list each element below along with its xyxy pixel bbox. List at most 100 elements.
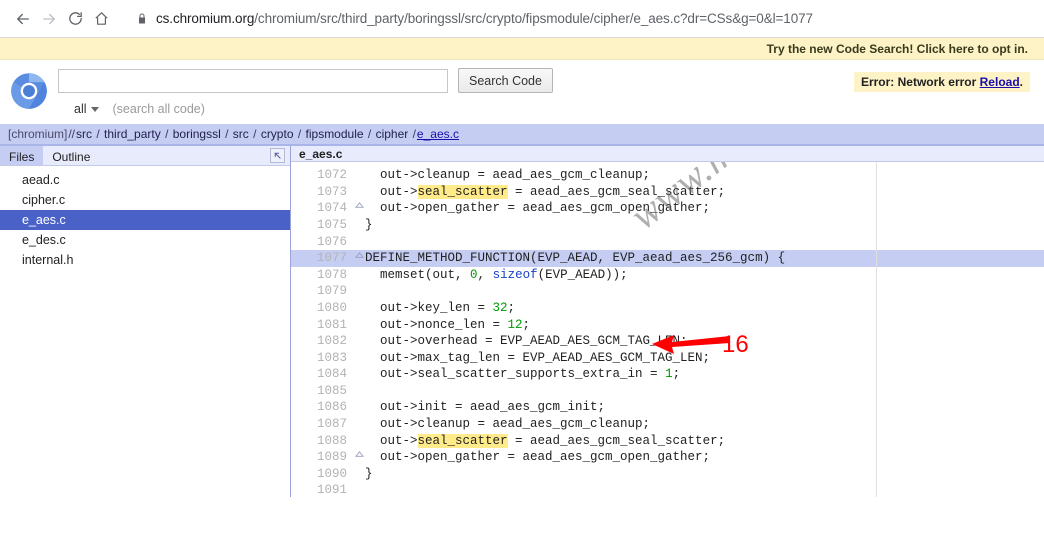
breadcrumb-segment[interactable]: src <box>76 127 92 141</box>
line-number[interactable]: 1082 <box>291 333 353 350</box>
breadcrumb-segment[interactable]: crypto <box>261 127 294 141</box>
breadcrumb-segment[interactable]: src <box>233 127 249 141</box>
collapse-panel-icon[interactable] <box>270 148 285 163</box>
scope-dropdown[interactable]: all <box>74 102 99 116</box>
code-line-text: DEFINE_METHOD_FUNCTION(EVP_AEAD, EVP_aea… <box>365 251 786 266</box>
line-number[interactable]: 1083 <box>291 350 353 367</box>
sidebar: Files Outline aead.c cipher.c e_aes.c e_des… <box>0 146 291 497</box>
file-list-item[interactable]: internal.h <box>0 250 290 270</box>
reload-button[interactable] <box>62 6 88 32</box>
line-number[interactable]: 1075 <box>291 217 353 234</box>
code-line: 1077 DEFINE_METHOD_FUNCTION(EVP_AEAD, EVP… <box>291 250 1044 267</box>
code-line: 1090} <box>291 466 1044 483</box>
line-number[interactable]: 1080 <box>291 300 353 317</box>
code-line-text: out->cleanup = aead_aes_gcm_cleanup; <box>365 417 651 432</box>
line-number[interactable]: 1081 <box>291 317 353 334</box>
line-number[interactable]: 1085 <box>291 383 353 400</box>
scope-dropdown-label: all <box>74 102 87 116</box>
tab-outline[interactable]: Outline <box>43 146 99 165</box>
url-display: cs.chromium.org/chromium/src/third_party… <box>156 11 813 26</box>
search-code-button[interactable]: Search Code <box>458 68 553 93</box>
breadcrumb-segment[interactable]: cipher <box>376 127 409 141</box>
error-suffix: . <box>1019 75 1023 89</box>
line-number[interactable]: 1077 <box>291 250 353 267</box>
home-button[interactable] <box>88 6 114 32</box>
breadcrumb-root: // <box>68 127 76 141</box>
forward-button[interactable] <box>36 6 62 32</box>
line-number[interactable]: 1086 <box>291 399 353 416</box>
network-error-notice: Error: Network error Reload. <box>853 72 1030 92</box>
code-line: 1082 out->overhead = EVP_AEAD_AES_GCM_TA… <box>291 333 1044 350</box>
code-line: 1091 <box>291 482 1044 497</box>
lock-icon <box>139 13 145 24</box>
code-line: 1083 out->max_tag_len = EVP_AEAD_AES_GCM… <box>291 350 1044 367</box>
search-header: Search Code all (search all code) Error:… <box>0 60 1044 124</box>
search-input[interactable] <box>58 68 448 93</box>
line-number[interactable]: 1084 <box>291 366 353 383</box>
back-arrow-icon <box>17 13 29 24</box>
code-line-text: out->cleanup = aead_aes_gcm_cleanup; <box>365 168 651 183</box>
annotation-number: 16 <box>722 331 749 358</box>
fold-toggle-icon[interactable] <box>353 200 365 217</box>
file-list-item[interactable]: e_aes.c <box>0 210 290 230</box>
address-bar[interactable]: cs.chromium.org/chromium/src/third_party… <box>126 5 1034 32</box>
code-line: 1074 out->open_gather = aead_aes_gcm_ope… <box>291 200 1044 217</box>
page-root: cs.chromium.org/chromium/src/third_party… <box>0 0 1044 540</box>
code-line-text: out->seal_scatter = aead_aes_gcm_seal_sc… <box>365 184 726 199</box>
home-icon <box>94 12 108 25</box>
browser-toolbar: cs.chromium.org/chromium/src/third_party… <box>0 0 1044 38</box>
line-number[interactable]: 1090 <box>291 466 353 483</box>
breadcrumb-segment[interactable]: boringssl <box>173 127 221 141</box>
code-line-text: memset(out, 0, sizeof(EVP_AEAD)); <box>365 267 628 282</box>
file-list-item[interactable]: cipher.c <box>0 190 290 210</box>
chromium-logo-icon <box>11 73 47 109</box>
back-button[interactable] <box>10 6 36 32</box>
line-number[interactable]: 1087 <box>291 416 353 433</box>
file-list-item[interactable]: e_des.c <box>0 230 290 250</box>
code-line: 1088 out->seal_scatter = aead_aes_gcm_se… <box>291 433 1044 450</box>
breadcrumb-separator: / <box>294 127 305 141</box>
code-line-text: } <box>365 466 373 481</box>
search-row: Search Code <box>58 68 553 93</box>
fold-toggle-icon[interactable] <box>353 250 365 267</box>
code-line-text: out->seal_scatter = aead_aes_gcm_seal_sc… <box>365 433 726 448</box>
line-number[interactable]: 1079 <box>291 283 353 300</box>
reload-link[interactable]: Reload <box>980 75 1020 89</box>
breadcrumb-separator: / <box>409 127 416 141</box>
code-line-text: out->open_gather = aead_aes_gcm_open_gat… <box>365 450 711 465</box>
line-number[interactable]: 1074 <box>291 200 353 217</box>
fold-toggle-icon[interactable] <box>353 449 365 466</box>
search-scope-row: all (search all code) <box>58 102 553 116</box>
code-line-text: out->overhead = EVP_AEAD_AES_GCM_TAG_LEN… <box>365 334 688 349</box>
breadcrumb-segment[interactable]: fipsmodule <box>306 127 364 141</box>
code-line: 1080 out->key_len = 32; <box>291 300 1044 317</box>
breadcrumb-segments: src / third_party / boringssl / src / cr… <box>76 127 417 141</box>
line-number[interactable]: 1088 <box>291 433 353 450</box>
line-number[interactable]: 1076 <box>291 234 353 251</box>
breadcrumb-file[interactable]: e_aes.c <box>417 127 459 141</box>
line-number[interactable]: 1072 <box>291 167 353 184</box>
optin-banner[interactable]: Try the new Code Search! Click here to o… <box>0 38 1044 60</box>
code-line: 1078 memset(out, 0, sizeof(EVP_AEAD)); <box>291 267 1044 284</box>
collapse-arrow-icon <box>274 152 281 159</box>
code-line: 1084 out->seal_scatter_supports_extra_in… <box>291 366 1044 383</box>
line-number[interactable]: 1091 <box>291 482 353 497</box>
code-line: 1085 <box>291 383 1044 400</box>
line-number[interactable]: 1078 <box>291 267 353 284</box>
code-line: 1072 out->cleanup = aead_aes_gcm_cleanup… <box>291 167 1044 184</box>
breadcrumb-segment[interactable]: third_party <box>104 127 161 141</box>
code-scroll-area[interactable]: www.meilongkui.com 1072 out->cleanup = a… <box>291 162 1044 497</box>
optin-banner-text[interactable]: Try the new Code Search! Click here to o… <box>767 42 1028 56</box>
code-line: 1079 <box>291 283 1044 300</box>
code-line-text: out->nonce_len = 12; <box>365 317 531 332</box>
sidebar-tabs: Files Outline <box>0 146 290 166</box>
line-number[interactable]: 1089 <box>291 449 353 466</box>
line-number[interactable]: 1073 <box>291 184 353 201</box>
code-line-text: } <box>365 217 373 232</box>
tab-files[interactable]: Files <box>0 146 44 165</box>
breadcrumb-project[interactable]: [chromium] <box>8 127 67 141</box>
file-list-item[interactable]: aead.c <box>0 170 290 190</box>
error-text: Error: Network error <box>860 75 980 89</box>
url-host: cs.chromium.org <box>156 11 255 26</box>
code-right-divider <box>876 162 877 497</box>
